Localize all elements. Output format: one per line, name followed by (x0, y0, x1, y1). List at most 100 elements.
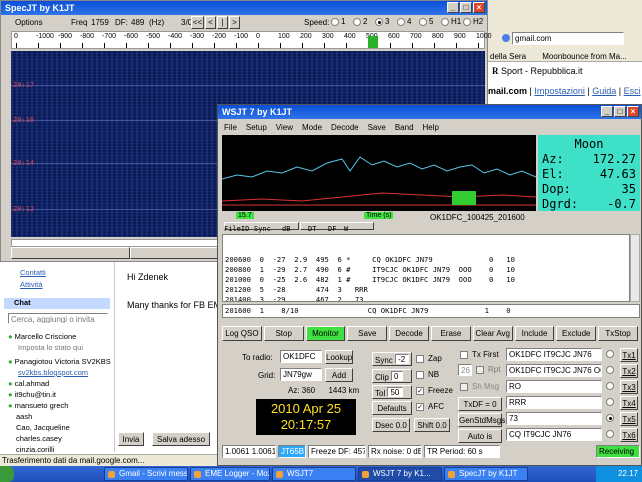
compose-area[interactable]: Hi Zdenek Many thanks for FB EME QSO (114, 262, 250, 452)
taskbar-item[interactable]: SpecJT by K1JT (444, 467, 528, 481)
decode-button[interactable]: Decode (389, 326, 429, 341)
speed-radio[interactable] (353, 18, 361, 26)
tx-select-radio[interactable] (606, 430, 614, 438)
speed-radio[interactable] (375, 18, 383, 26)
tx-select-radio[interactable] (606, 366, 614, 374)
tx-message-input[interactable]: CQ IT9CJC JN76 (506, 428, 602, 441)
maximize-icon[interactable]: □ (460, 2, 472, 13)
minimize-icon[interactable]: _ (601, 106, 613, 117)
sync-control[interactable]: Sync -2 (372, 352, 412, 366)
nav-left-button[interactable]: < (205, 16, 216, 29)
speed-radio[interactable] (419, 18, 427, 26)
chat-contact[interactable]: ● Panagiotou Victoria SV2KBS (8, 357, 112, 368)
shift-control[interactable]: Shift 0.0 (414, 418, 450, 432)
bookmark[interactable]: della Sera (490, 52, 526, 61)
taskbar-item[interactable]: WSJT7 (272, 467, 356, 481)
taskbar-item[interactable]: WSJT 7 by K1... (358, 467, 442, 481)
add-button[interactable]: Add (325, 368, 353, 382)
bookmark[interactable]: Moonbounce from Ma... (542, 52, 626, 61)
save-button[interactable]: Save (347, 326, 388, 341)
tx6-button[interactable]: Tx6 (620, 428, 638, 442)
menu-decode[interactable]: Decode (331, 123, 359, 132)
decode-scrollbar[interactable] (630, 234, 640, 302)
dsec-control[interactable]: Dsec 0.0 (372, 418, 410, 432)
bookmark[interactable]: Sport - Repubblica.it (501, 66, 583, 76)
contacts-link[interactable]: Contatti (20, 268, 46, 277)
tx-message-input[interactable]: 73 (506, 412, 602, 425)
tol-control[interactable]: Tol 50 (372, 385, 412, 399)
logout-link[interactable]: Esci (624, 86, 641, 96)
chat-contact[interactable]: ● cal.ahmad (8, 379, 112, 390)
chat-status[interactable]: sv2kbs.blogspot.com (8, 368, 112, 379)
clear-avg-button[interactable]: Clear Avg (472, 326, 513, 341)
defaults-button[interactable]: Defaults (372, 401, 412, 415)
clip-control[interactable]: Clip 0 (372, 369, 412, 383)
tx5-button[interactable]: Tx5 (620, 412, 638, 426)
tx-first-checkbox[interactable] (460, 351, 468, 359)
tx-message-input[interactable]: RO (506, 380, 602, 393)
options-menu[interactable]: Options (15, 18, 43, 27)
tx1-button[interactable]: Tx1 (620, 348, 638, 362)
tx-message-input[interactable]: OK1DFC IT9CJC JN76 OOO (506, 364, 602, 377)
chat-status[interactable]: Imposta lo stato qui (8, 343, 112, 354)
afc-checkbox[interactable]: ✓ (416, 403, 424, 411)
grid-input[interactable]: JN79gw (280, 368, 322, 381)
speed-radio[interactable] (397, 18, 405, 26)
include-button[interactable]: Include (514, 326, 555, 341)
exclude-button[interactable]: Exclude (556, 326, 597, 341)
speed-radio[interactable] (441, 18, 449, 26)
tx-select-radio[interactable] (606, 398, 614, 406)
chat-contact[interactable]: ● mansueto grech (8, 401, 112, 412)
taskbar-item[interactable]: EME Logger - Mozill... (190, 467, 270, 481)
save-draft-button[interactable]: Salva adesso (152, 432, 210, 446)
send-button[interactable]: Invia (118, 432, 144, 446)
chat-contact[interactable]: ● Marcello Criscione (8, 332, 112, 343)
stop-button[interactable]: Stop (263, 326, 304, 341)
nb-checkbox[interactable] (416, 371, 424, 379)
chat-contact[interactable]: ● it9chu@tin.it (8, 390, 112, 401)
wsjt-titlebar[interactable]: WSJT 7 by K1JT _ □ × (218, 105, 641, 119)
chat-contact[interactable]: Cao, Jacqueline (8, 423, 112, 434)
log-qso-button[interactable]: Log QSO (222, 326, 262, 341)
menu-mode[interactable]: Mode (302, 123, 322, 132)
menu-save[interactable]: Save (368, 123, 386, 132)
activity-link[interactable]: Attività (20, 280, 43, 289)
rpt-checkbox[interactable] (476, 366, 484, 374)
menu-help[interactable]: Help (423, 123, 439, 132)
help-link[interactable]: Guida (592, 86, 616, 96)
monitor-button[interactable]: Monitor (305, 326, 346, 341)
to-radio-input[interactable]: OK1DFC (280, 350, 322, 363)
auto-button[interactable]: Auto is OFF (458, 429, 502, 454)
browser-search-input[interactable]: gmail.com (512, 32, 624, 45)
decode-row[interactable]: 201000 0 -25 2.6 482 1 # IT9CJC OK1DFC J… (225, 275, 629, 285)
decode-row[interactable]: 201200 5 -28 474 3 RRR (225, 285, 629, 295)
erase-button[interactable]: Erase (431, 326, 471, 341)
decode-row[interactable]: 200600 0 -27 2.9 495 6 * CQ OK1DFC JN79 … (225, 255, 629, 265)
tx-message-input[interactable]: RRR (506, 396, 602, 409)
tx-select-radio[interactable] (606, 350, 614, 358)
decode-row[interactable]: 201400 3 -29 467 2 73 (225, 295, 629, 301)
speed-radio[interactable] (463, 18, 471, 26)
decode-list[interactable]: 200600 0 -27 2.9 495 6 * CQ OK1DFC JN79 … (222, 234, 630, 302)
menu-file[interactable]: File (224, 123, 237, 132)
nav-fast-left-button[interactable]: << (191, 16, 204, 29)
decode-row[interactable]: 200800 1 -29 2.7 490 6 # IT9CJC OK1DFC J… (225, 265, 629, 275)
tx-select-radio[interactable] (606, 414, 614, 422)
menu-setup[interactable]: Setup (246, 123, 267, 132)
tx2-button[interactable]: Tx2 (620, 364, 638, 378)
txdf-button[interactable]: TxDF = 0 (458, 397, 502, 411)
settings-link[interactable]: Impostazioni (534, 86, 585, 96)
chat-search-input[interactable]: Cerca, aggiungi o invita (8, 313, 108, 324)
minimize-icon[interactable]: _ (447, 2, 459, 13)
menu-band[interactable]: Band (395, 123, 414, 132)
txstop-button[interactable]: TxStop (598, 326, 638, 341)
close-icon[interactable]: × (473, 2, 485, 13)
start-button[interactable] (0, 466, 14, 482)
chat-contact[interactable]: aash (8, 412, 112, 423)
taskbar-item[interactable]: Gmail - Scrivi mess... (104, 467, 188, 481)
freeze-checkbox[interactable]: ✓ (416, 387, 424, 395)
gen-number-field[interactable]: 26 (458, 364, 472, 376)
maximize-icon[interactable]: □ (614, 106, 626, 117)
lookup-button[interactable]: Lookup (325, 350, 353, 364)
slider-1[interactable] (11, 247, 130, 259)
